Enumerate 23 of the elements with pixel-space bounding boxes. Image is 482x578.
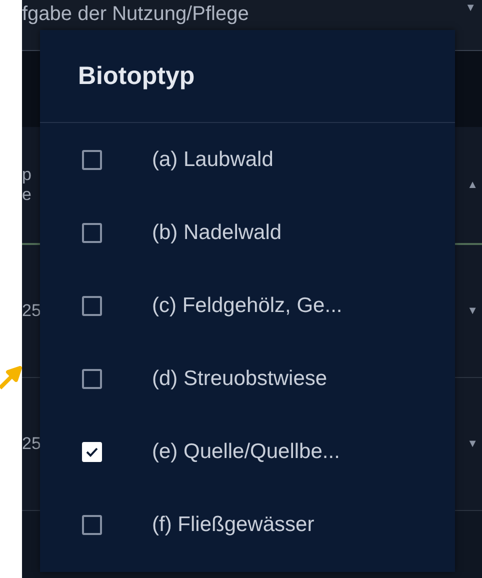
arrow-icon xyxy=(0,366,22,390)
field-label: 25 xyxy=(22,301,41,321)
option-label[interactable]: (d) Streuobstwiese xyxy=(152,366,328,390)
caret-icon[interactable]: ▼ xyxy=(465,2,476,14)
checkbox[interactable] xyxy=(82,296,102,316)
field-label: e xyxy=(22,185,32,205)
caret-icon[interactable]: ▼ xyxy=(467,438,478,450)
option-label[interactable]: (c) Feldgehölz, Ge... xyxy=(152,294,342,318)
option-label[interactable]: (e) Quelle/Quellbe... xyxy=(152,440,340,464)
check-icon xyxy=(86,446,98,456)
checkbox[interactable] xyxy=(82,222,102,242)
section-heading: fgabe der Nutzung/Pflege xyxy=(22,2,249,26)
field-label: 25 xyxy=(22,434,41,454)
dialog-title: Biotoptyp xyxy=(40,30,455,123)
checkbox[interactable] xyxy=(82,514,102,534)
caret-icon[interactable]: ▼ xyxy=(467,305,478,317)
checkbox[interactable] xyxy=(82,368,102,388)
option-label[interactable]: (b) Nadelwald xyxy=(152,220,282,244)
option-label[interactable]: (a) Laubwald xyxy=(152,148,274,172)
option-label[interactable]: (f) Fließgewässer xyxy=(152,512,314,536)
checkbox[interactable] xyxy=(82,150,102,170)
field-label: p xyxy=(22,165,32,185)
caret-icon[interactable]: ▲ xyxy=(467,179,478,191)
